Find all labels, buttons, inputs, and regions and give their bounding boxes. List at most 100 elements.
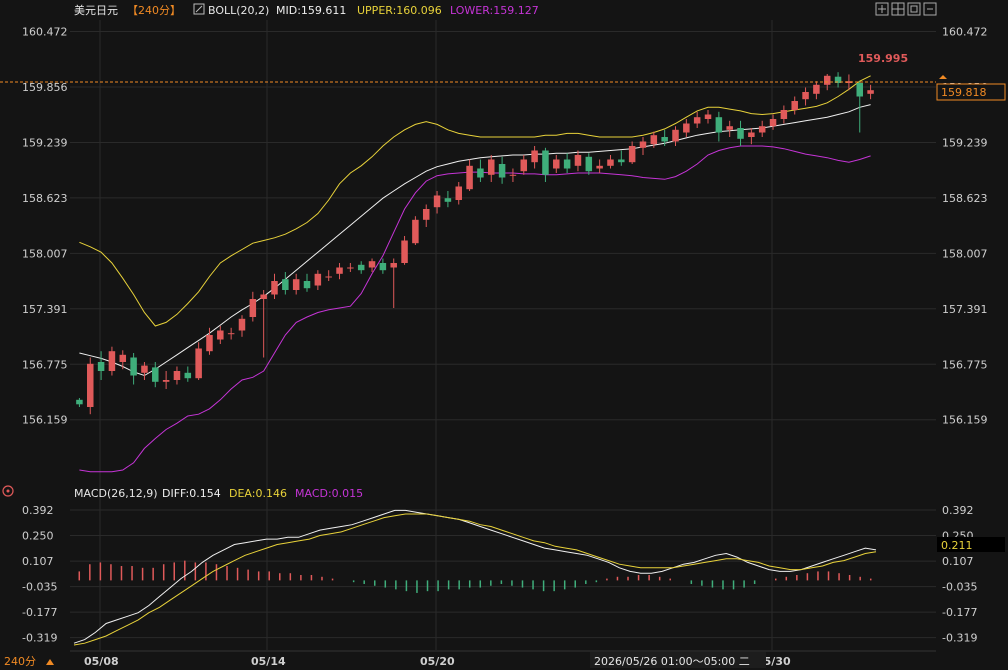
candle-body	[249, 299, 257, 317]
candle-body	[260, 294, 267, 299]
y-tick-label-left: 156.775	[22, 358, 68, 371]
candle-body	[596, 165, 603, 169]
candle-body	[347, 267, 354, 269]
macd-y-label-left: 0.107	[22, 555, 54, 568]
candle-body	[141, 365, 148, 373]
current-price-value: 159.818	[941, 86, 987, 99]
macd-dea-line	[73, 513, 877, 646]
candle-body	[390, 263, 397, 268]
candle-body	[368, 261, 376, 268]
y-tick-label-right: 159.239	[942, 136, 988, 149]
macd-current-value: 0.211	[941, 539, 973, 552]
y-tick-label-right: 160.472	[942, 26, 988, 39]
candle-body	[488, 159, 495, 175]
candle-body	[433, 195, 441, 208]
candle-body	[813, 84, 820, 94]
candle-body	[748, 132, 755, 137]
candle-body	[715, 117, 723, 133]
macd-y-label-left: -0.319	[22, 632, 57, 645]
layout-icon[interactable]	[891, 2, 905, 16]
symbol-label: 美元日元	[74, 4, 118, 17]
candle-body	[856, 83, 863, 97]
candle-body	[618, 159, 625, 163]
y-tick-label-right: 158.007	[942, 247, 988, 260]
candle-body	[509, 174, 517, 176]
x-tick-label: 05/08	[84, 655, 119, 668]
period-tag[interactable]: 【240分】	[127, 4, 181, 17]
candle-body	[531, 150, 538, 163]
macd-diff-label: DIFF:0.154	[162, 487, 221, 500]
candle-body	[542, 150, 549, 175]
candle-body	[737, 128, 744, 139]
macd-panel: 0.392 0.3920.250 0.2500.107 0.107-0.035 -0.0…	[22, 504, 977, 646]
boll-upper-label: UPPER:160.096	[357, 4, 442, 17]
period-arrow-icon[interactable]	[46, 659, 54, 665]
y-tick-label-left: 159.239	[22, 136, 68, 149]
candle-body	[650, 135, 658, 145]
candle-body	[87, 363, 94, 407]
candle-body	[693, 117, 701, 124]
macd-y-label-left: 0.250	[22, 530, 54, 543]
candle-body	[206, 335, 213, 352]
candles	[76, 72, 874, 415]
boll-toggle-icon[interactable]	[193, 3, 205, 15]
candle-body	[184, 372, 192, 379]
candle-body	[238, 318, 246, 331]
candle-body	[357, 264, 365, 271]
y-tick-label-left: 156.159	[22, 414, 68, 427]
boll-mid-label: MID:159.611	[276, 4, 346, 17]
macd-value-label: MACD:0.015	[295, 487, 363, 500]
candle-body	[173, 371, 181, 380]
y-tick-label-left: 157.391	[22, 303, 68, 316]
candle-body	[271, 281, 278, 295]
boll-label: BOLL(20,2)	[208, 4, 269, 17]
candle-body	[466, 165, 473, 190]
chart-canvas[interactable]: 0.392 0.3920.250 0.2500.107 0.107-0.035 -0.0…	[0, 0, 1008, 670]
high-price-label: 159.995	[858, 52, 908, 65]
crosshair-time-label: 2026/05/26 01:00～05:00 二	[594, 655, 750, 668]
candle-body	[108, 351, 116, 371]
candle-body	[867, 90, 874, 94]
candle-body	[661, 137, 668, 142]
candle-body	[292, 279, 300, 290]
candle-body	[303, 281, 311, 289]
candle-body	[130, 357, 137, 376]
candle-body	[704, 114, 712, 119]
period-footer[interactable]: 240分	[4, 655, 36, 668]
candle-body	[683, 123, 690, 133]
crosshair-icon[interactable]	[875, 2, 889, 16]
candle-body	[444, 198, 452, 202]
candle-body	[325, 276, 332, 278]
candle-body	[520, 159, 528, 172]
candle-body	[455, 186, 462, 200]
overlay-icon[interactable]	[907, 2, 921, 16]
candle-body	[282, 279, 289, 290]
candle-body	[769, 119, 777, 127]
candle-body	[162, 380, 170, 382]
current-price-arrow-icon	[939, 75, 947, 79]
boll-mid-line	[79, 104, 871, 377]
candle-body	[780, 110, 788, 119]
candle-body	[498, 164, 506, 178]
candle-body	[802, 92, 809, 100]
y-tick-label-right: 158.623	[942, 192, 988, 205]
macd-y-label-left: 0.392	[22, 504, 54, 517]
candle-body	[628, 146, 636, 163]
x-tick-label: 05/14	[251, 655, 286, 668]
candle-body	[422, 209, 430, 220]
y-tick-label-left: 159.856	[22, 81, 68, 94]
minus-icon[interactable]	[923, 2, 937, 16]
macd-label: MACD(26,12,9)	[74, 487, 158, 500]
y-tick-label-right: 157.391	[942, 303, 988, 316]
candle-body	[217, 330, 224, 340]
candle-body	[563, 159, 571, 169]
boll-lower-label: LOWER:159.127	[450, 4, 539, 17]
macd-y-label-left: -0.035	[22, 581, 57, 594]
candle-body	[401, 240, 408, 263]
grid-layer	[70, 20, 936, 650]
macd-y-label-left: -0.177	[22, 606, 57, 619]
macd-settings-icon[interactable]	[2, 485, 14, 497]
macd-dea-label: DEA:0.146	[229, 487, 287, 500]
candle-body	[823, 75, 831, 85]
candle-body	[227, 333, 235, 335]
